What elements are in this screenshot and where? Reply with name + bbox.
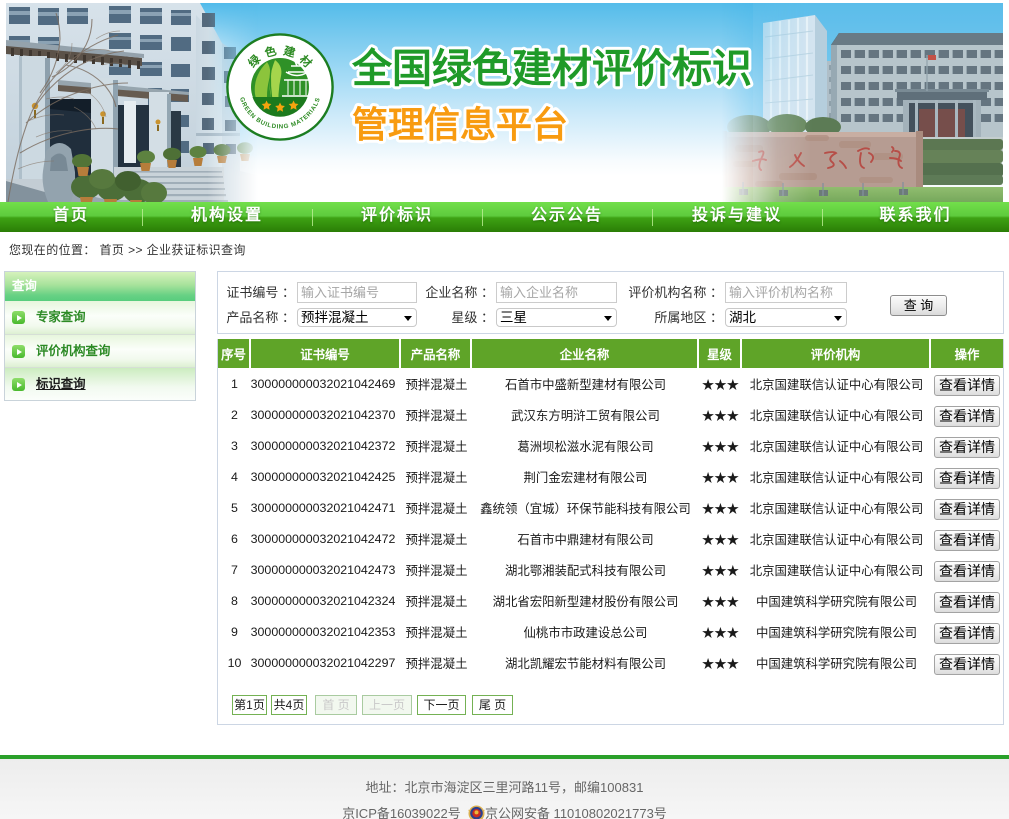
svg-text:管理信息平台: 管理信息平台 xyxy=(352,104,568,145)
svg-text:全国绿色建材评价标识: 全国绿色建材评价标识 xyxy=(351,46,752,91)
